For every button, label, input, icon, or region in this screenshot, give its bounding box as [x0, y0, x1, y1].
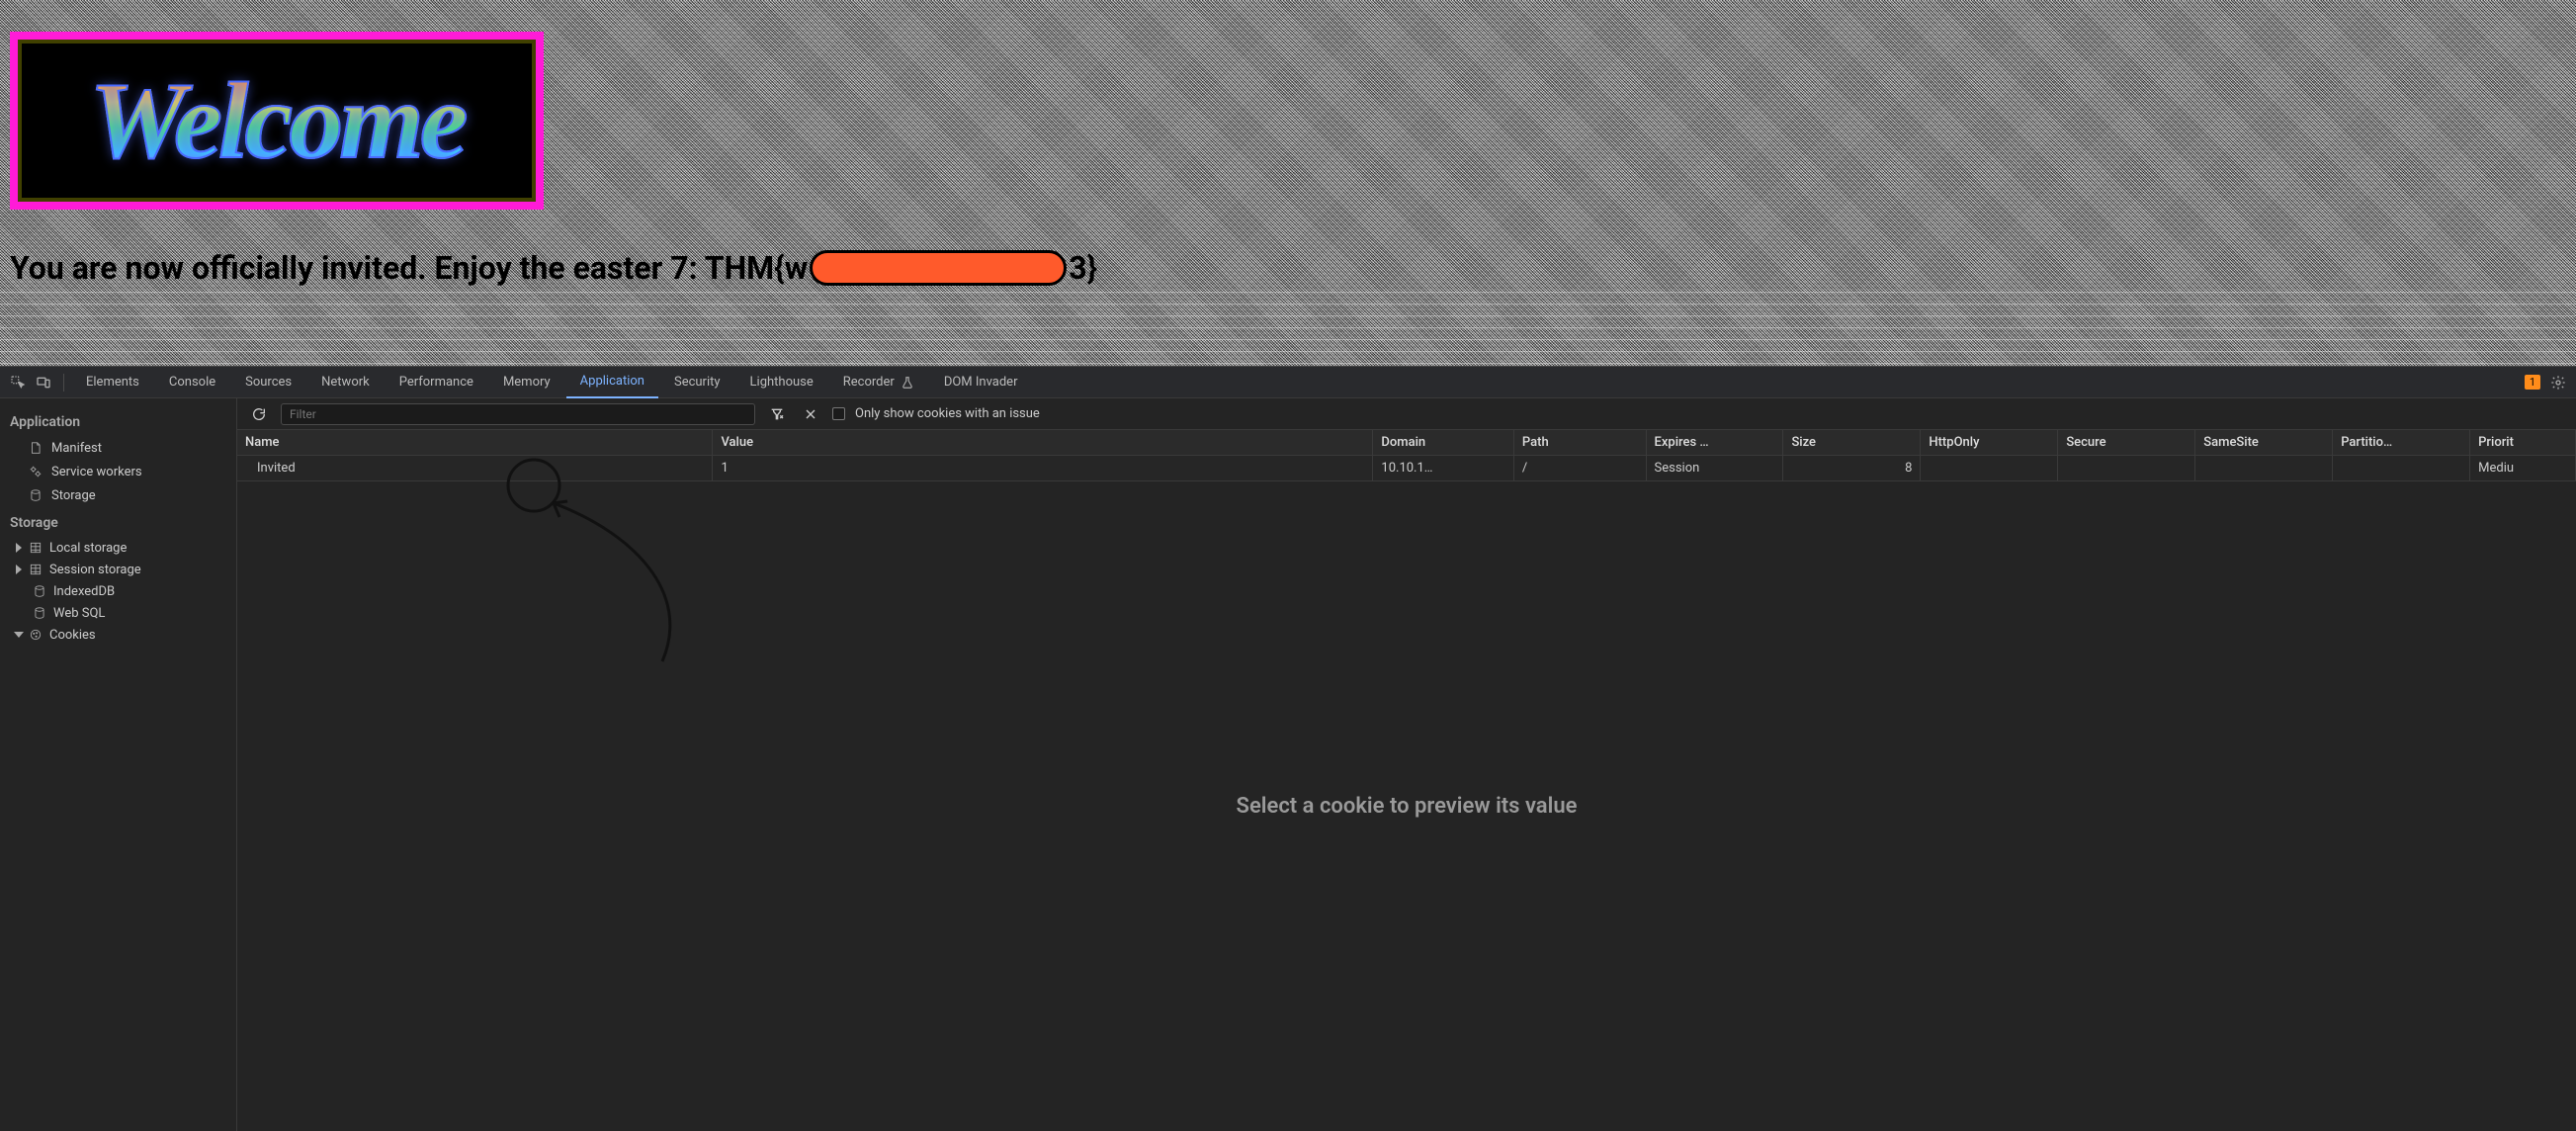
gears-icon	[28, 464, 43, 479]
chevron-right-icon	[16, 565, 22, 574]
table-row[interactable]: Invited 1 10.10.1… / Session 8 Mediu	[237, 456, 2576, 481]
redaction-box	[810, 250, 1067, 286]
filter-input[interactable]	[281, 403, 755, 425]
tab-recorder-label: Recorder	[843, 375, 895, 390]
col-header-httponly[interactable]: HttpOnly	[1921, 430, 2058, 456]
col-header-priority[interactable]: Priorit	[2470, 430, 2576, 456]
col-header-size[interactable]: Size	[1783, 430, 1921, 456]
sidebar-item-label: Local storage	[49, 541, 127, 556]
cell-samesite	[2195, 456, 2333, 481]
cell-value: 1	[713, 456, 1373, 481]
sidebar-item-local-storage[interactable]: Local storage	[0, 537, 236, 559]
sidebar-header-application: Application	[0, 406, 236, 436]
col-header-path[interactable]: Path	[1513, 430, 1646, 456]
grid-icon	[28, 540, 43, 556]
flag-text: You are now officially invited. Enjoy th…	[10, 249, 2566, 287]
cookies-table: Name Value Domain Path Expires … Size Ht…	[237, 430, 2576, 481]
chevron-right-icon	[16, 543, 22, 553]
cell-name: Invited	[237, 456, 713, 481]
close-icon[interactable]	[799, 402, 822, 426]
flag-suffix: 3}	[1069, 249, 1097, 287]
flask-icon	[901, 376, 914, 390]
tab-console[interactable]: Console	[155, 367, 229, 398]
cell-expires: Session	[1646, 456, 1783, 481]
cell-httponly	[1921, 456, 2058, 481]
database-icon	[32, 583, 47, 599]
tab-separator	[63, 374, 64, 392]
sidebar-item-label: Web SQL	[53, 606, 105, 621]
tab-lighthouse[interactable]: Lighthouse	[736, 367, 827, 398]
file-icon	[28, 440, 43, 456]
tab-network[interactable]: Network	[307, 367, 384, 398]
cookie-preview-placeholder: Select a cookie to preview its value	[237, 481, 2576, 1131]
sidebar-item-service-workers[interactable]: Service workers	[0, 460, 236, 483]
sidebar-item-label: Manifest	[51, 441, 102, 456]
clear-filter-icon[interactable]	[765, 402, 789, 426]
welcome-text: Welcome	[89, 58, 464, 184]
sidebar-item-label: Cookies	[49, 628, 96, 643]
welcome-banner: Welcome	[10, 32, 544, 210]
refresh-icon[interactable]	[247, 402, 271, 426]
table-header-row: Name Value Domain Path Expires … Size Ht…	[237, 430, 2576, 456]
preview-text: Select a cookie to preview its value	[1237, 794, 1578, 819]
database-icon	[28, 487, 43, 503]
col-header-domain[interactable]: Domain	[1373, 430, 1514, 456]
tab-sources[interactable]: Sources	[231, 367, 305, 398]
sidebar-item-storage[interactable]: Storage	[0, 483, 236, 507]
sidebar-item-indexeddb[interactable]: IndexedDB	[0, 580, 236, 602]
application-main: Only show cookies with an issue Name Val…	[237, 398, 2576, 1131]
col-header-secure[interactable]: Secure	[2058, 430, 2195, 456]
tab-memory[interactable]: Memory	[489, 367, 564, 398]
chevron-down-icon	[14, 632, 24, 638]
tab-security[interactable]: Security	[660, 367, 734, 398]
sidebar-item-cookies[interactable]: Cookies	[0, 624, 236, 646]
cell-path: /	[1513, 456, 1646, 481]
col-header-value[interactable]: Value	[713, 430, 1373, 456]
cell-domain: 10.10.1…	[1373, 456, 1514, 481]
settings-icon[interactable]	[2546, 371, 2570, 394]
cell-secure	[2058, 456, 2195, 481]
only-issues-label: Only show cookies with an issue	[855, 406, 1040, 421]
col-header-partition[interactable]: Partitio…	[2333, 430, 2470, 456]
issues-badge[interactable]: 1	[2525, 375, 2540, 390]
application-sidebar: Application Manifest Service workers Sto…	[0, 398, 237, 1131]
sidebar-item-label: Storage	[51, 488, 96, 503]
cell-size: 8	[1783, 456, 1921, 481]
sidebar-item-websql[interactable]: Web SQL	[0, 602, 236, 624]
hand-drawn-annotation	[494, 464, 909, 671]
database-icon	[32, 605, 47, 621]
col-header-expires[interactable]: Expires …	[1646, 430, 1783, 456]
sidebar-item-session-storage[interactable]: Session storage	[0, 559, 236, 580]
sidebar-header-storage: Storage	[0, 507, 236, 537]
sidebar-item-label: IndexedDB	[53, 584, 115, 599]
cookie-icon	[28, 627, 43, 643]
tab-elements[interactable]: Elements	[72, 367, 153, 398]
tab-application[interactable]: Application	[566, 367, 658, 398]
grid-icon	[28, 562, 43, 577]
devtools-tabbar: Elements Console Sources Network Perform…	[0, 367, 2576, 398]
cookies-toolbar: Only show cookies with an issue	[237, 398, 2576, 430]
inspect-icon[interactable]	[6, 371, 30, 394]
sidebar-item-manifest[interactable]: Manifest	[0, 436, 236, 460]
page-viewport: Welcome You are now officially invited. …	[0, 0, 2576, 366]
tab-recorder[interactable]: Recorder	[829, 367, 928, 398]
cell-priority: Mediu	[2470, 456, 2576, 481]
cell-partition	[2333, 456, 2470, 481]
sidebar-item-label: Session storage	[49, 563, 141, 577]
flag-prefix: You are now officially invited. Enjoy th…	[10, 249, 808, 287]
devtools-panel: Elements Console Sources Network Perform…	[0, 366, 2576, 1131]
sidebar-item-label: Service workers	[51, 465, 142, 479]
col-header-name[interactable]: Name	[237, 430, 713, 456]
col-header-samesite[interactable]: SameSite	[2195, 430, 2333, 456]
tab-performance[interactable]: Performance	[386, 367, 487, 398]
device-toggle-icon[interactable]	[32, 371, 55, 394]
tab-dom-invader[interactable]: DOM Invader	[930, 367, 1032, 398]
only-issues-checkbox[interactable]	[832, 407, 845, 420]
